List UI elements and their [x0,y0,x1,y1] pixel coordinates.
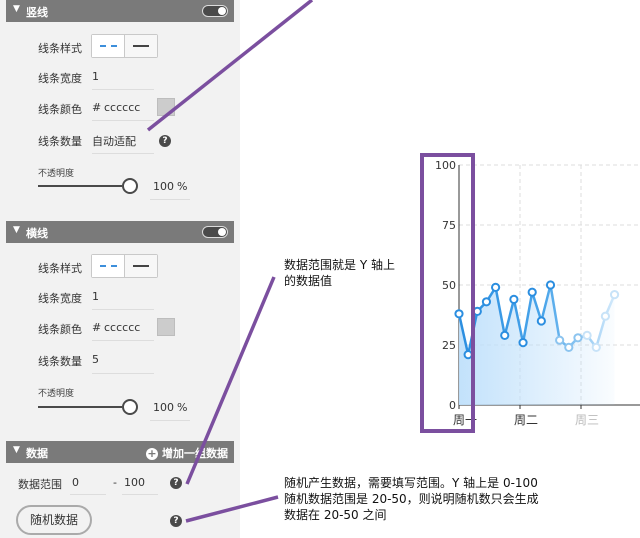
data-point [582,330,592,340]
y-tick-label: 50 [442,279,456,292]
data-point [536,316,546,326]
y-tick-label: 0 [449,399,456,412]
range-annotation: 数据范围就是 Y 轴上 的数据值 [284,257,395,289]
data-point [600,311,611,321]
y-tick-label: 25 [442,339,456,352]
range-annotation-line2: 的数据值 [284,274,333,288]
data-point [518,338,528,348]
random-annotation-line1: 随机产生数据，需要填写范围。Y 轴上是 0-100 [284,476,538,490]
range-annotation-line1: 数据范围就是 Y 轴上 [284,258,395,272]
random-annotation-line2: 随机数据范围是 20-50，则说明随机数只会生成 [284,492,539,506]
data-point [491,282,501,292]
y-tick-label: 75 [442,219,456,232]
data-point [454,309,464,319]
random-annotation: 随机产生数据，需要填写范围。Y 轴上是 0-100 随机数据范围是 20-50，… [284,475,539,523]
annotation-connector [185,495,279,523]
data-point [509,294,519,304]
random-annotation-line3: 数据在 20-50 之间 [284,508,387,522]
data-point [481,297,492,307]
data-point [527,287,537,297]
data-point [591,342,601,352]
data-point [609,290,620,300]
data-point [545,280,556,290]
annotation-connector [185,276,276,485]
data-point [573,333,583,343]
data-point [555,335,565,345]
annotation-connector [146,0,314,132]
data-point [500,330,510,340]
data-point [564,342,574,352]
x-tick-label: 周三 [575,413,599,427]
data-point [463,350,473,360]
x-tick-label: 周二 [514,413,538,427]
y-tick-label: 100 [435,159,456,172]
y-axis-ticks: 100 75 50 25 0 [435,159,456,412]
